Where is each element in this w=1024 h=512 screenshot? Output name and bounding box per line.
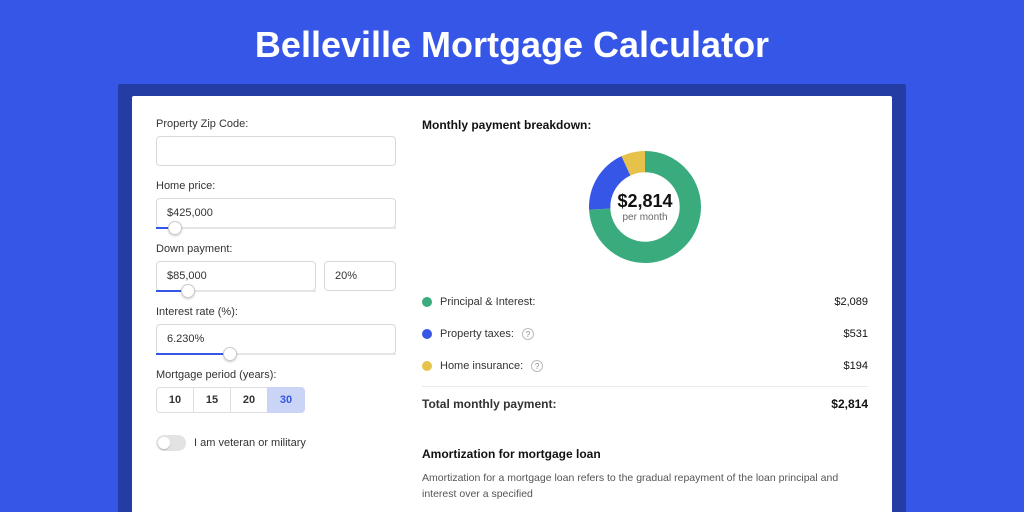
veteran-toggle-label: I am veteran or military [194, 437, 306, 449]
yellow-dot-icon [422, 361, 432, 371]
panel-back: Property Zip Code: Home price: Down paym… [118, 84, 906, 512]
home-price-slider[interactable] [156, 227, 396, 229]
home-price-slider-thumb[interactable] [168, 221, 182, 235]
down-payment-label: Down payment: [156, 243, 396, 255]
period-option-30[interactable]: 30 [267, 387, 305, 413]
breakdown-row-principal_interest: Principal & Interest: $2,089 [422, 286, 868, 318]
home-price-input[interactable] [156, 198, 396, 228]
interest-rate-slider-thumb[interactable] [223, 347, 237, 361]
mortgage-period-label: Mortgage period (years): [156, 369, 396, 381]
down-payment-slider-thumb[interactable] [181, 284, 195, 298]
period-option-20[interactable]: 20 [230, 387, 268, 413]
payment-donut-chart: $2,814 per month [584, 146, 706, 268]
info-icon[interactable]: ? [531, 360, 543, 372]
donut-subtext: per month [622, 212, 667, 223]
zip-input[interactable] [156, 136, 396, 166]
zip-label: Property Zip Code: [156, 118, 396, 130]
down-payment-percent-input[interactable] [324, 261, 396, 291]
mortgage-period-group: 10152030 [156, 387, 396, 413]
breakdown-column: Monthly payment breakdown: $2,814 per mo… [396, 118, 868, 503]
interest-rate-slider[interactable] [156, 353, 396, 355]
interest-rate-label: Interest rate (%): [156, 306, 396, 318]
calculator-panel: Property Zip Code: Home price: Down paym… [132, 96, 892, 512]
blue-dot-icon [422, 329, 432, 339]
breakdown-value: $194 [844, 360, 868, 372]
interest-rate-input[interactable] [156, 324, 396, 354]
down-payment-amount-input[interactable] [156, 261, 316, 291]
page-title: Belleville Mortgage Calculator [0, 0, 1024, 84]
breakdown-row-home_insurance: Home insurance:? $194 [422, 350, 868, 382]
info-icon[interactable]: ? [522, 328, 534, 340]
down-payment-slider[interactable] [156, 290, 316, 292]
home-price-label: Home price: [156, 180, 396, 192]
veteran-toggle[interactable] [156, 435, 186, 451]
breakdown-label: Home insurance: [440, 360, 523, 372]
amortization-text: Amortization for a mortgage loan refers … [422, 471, 868, 503]
breakdown-value: $2,089 [834, 296, 868, 308]
amortization-title: Amortization for mortgage loan [422, 447, 868, 461]
green-dot-icon [422, 297, 432, 307]
breakdown-row-property_taxes: Property taxes:? $531 [422, 318, 868, 350]
breakdown-total-label: Total monthly payment: [422, 397, 556, 411]
breakdown-row-total: Total monthly payment: $2,814 [422, 387, 868, 421]
breakdown-total-value: $2,814 [831, 397, 868, 411]
breakdown-label: Principal & Interest: [440, 296, 535, 308]
period-option-15[interactable]: 15 [193, 387, 231, 413]
breakdown-label: Property taxes: [440, 328, 514, 340]
donut-total: $2,814 [617, 191, 672, 212]
period-option-10[interactable]: 10 [156, 387, 194, 413]
form-column: Property Zip Code: Home price: Down paym… [156, 118, 396, 503]
breakdown-value: $531 [844, 328, 868, 340]
amortization-section: Amortization for mortgage loan Amortizat… [422, 447, 868, 503]
breakdown-title: Monthly payment breakdown: [422, 118, 868, 132]
